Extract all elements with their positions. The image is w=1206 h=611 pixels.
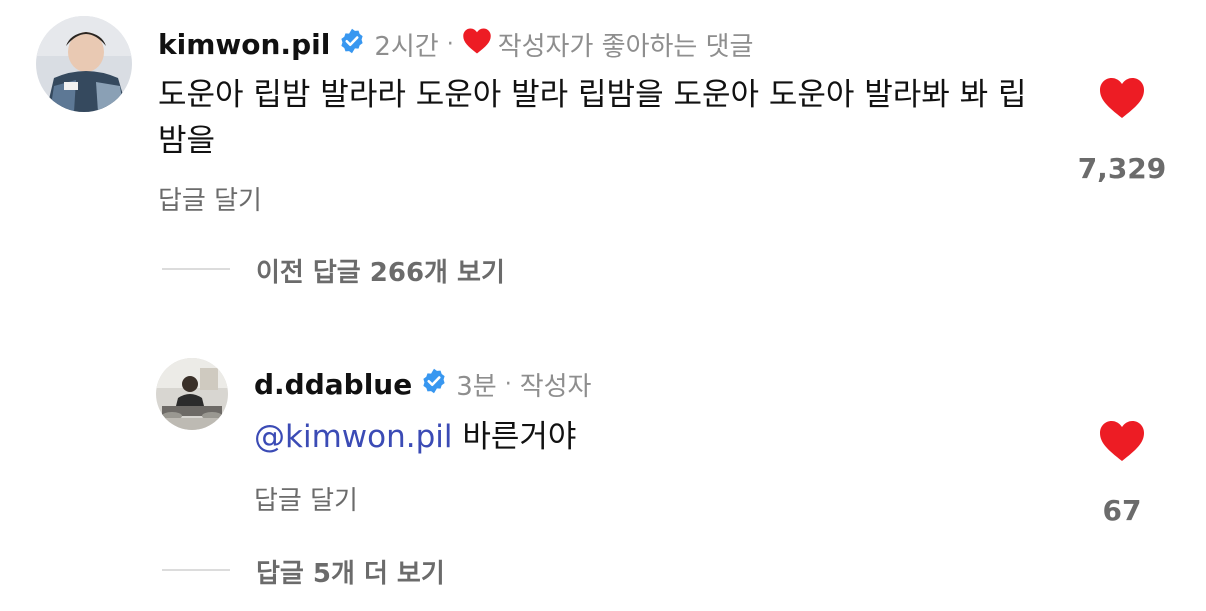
view-more-replies-button[interactable]: 답글 5개 더 보기 (256, 553, 445, 590)
view-previous-replies-button[interactable]: 이전 답글 266개 보기 (256, 252, 505, 289)
reply-text: @kimwon.pil 바른거야 (254, 414, 576, 460)
comment-header: kimwon.pil 2시간 · 작성자가 좋아하는 댓글 (158, 24, 753, 64)
reply-time: 3분 (456, 371, 497, 402)
creator-liked-label: 작성자가 좋아하는 댓글 (497, 31, 754, 62)
replies-divider (162, 268, 230, 270)
reply-body: 바른거야 (462, 419, 577, 455)
author-badge: 작성자 (519, 371, 592, 402)
like-count: 7,329 (1077, 152, 1167, 185)
comment-username[interactable]: kimwon.pil (158, 28, 330, 61)
comment-time: 2시간 (374, 31, 439, 62)
reply-button[interactable]: 답글 달기 (158, 180, 262, 217)
avatar-image (156, 358, 228, 430)
avatar-kimwon-pil[interactable] (36, 16, 132, 112)
avatar-image (36, 16, 132, 112)
verified-badge-icon (338, 27, 366, 62)
reply-header: d.ddablue 3분 · 작성자 (254, 364, 591, 404)
avatar-d-ddablue[interactable] (156, 358, 228, 430)
replies-divider (162, 569, 230, 571)
like-count: 67 (1102, 494, 1142, 527)
separator-dot: · (446, 31, 454, 57)
comment-text: 도운아 립밤 발라라 도운아 발라 립밤을 도운아 도운아 발라봐 봐 립밤을 (158, 77, 1027, 159)
like-heart-icon[interactable] (1098, 419, 1146, 467)
like-heart-icon[interactable] (1098, 76, 1146, 124)
creator-liked-heart-icon (462, 27, 492, 62)
reply-username[interactable]: d.ddablue (254, 368, 412, 401)
reply-button[interactable]: 답글 달기 (254, 480, 358, 517)
separator-dot: · (504, 371, 512, 397)
mention-link[interactable]: @kimwon.pil (254, 419, 453, 455)
verified-badge-icon (420, 367, 448, 402)
